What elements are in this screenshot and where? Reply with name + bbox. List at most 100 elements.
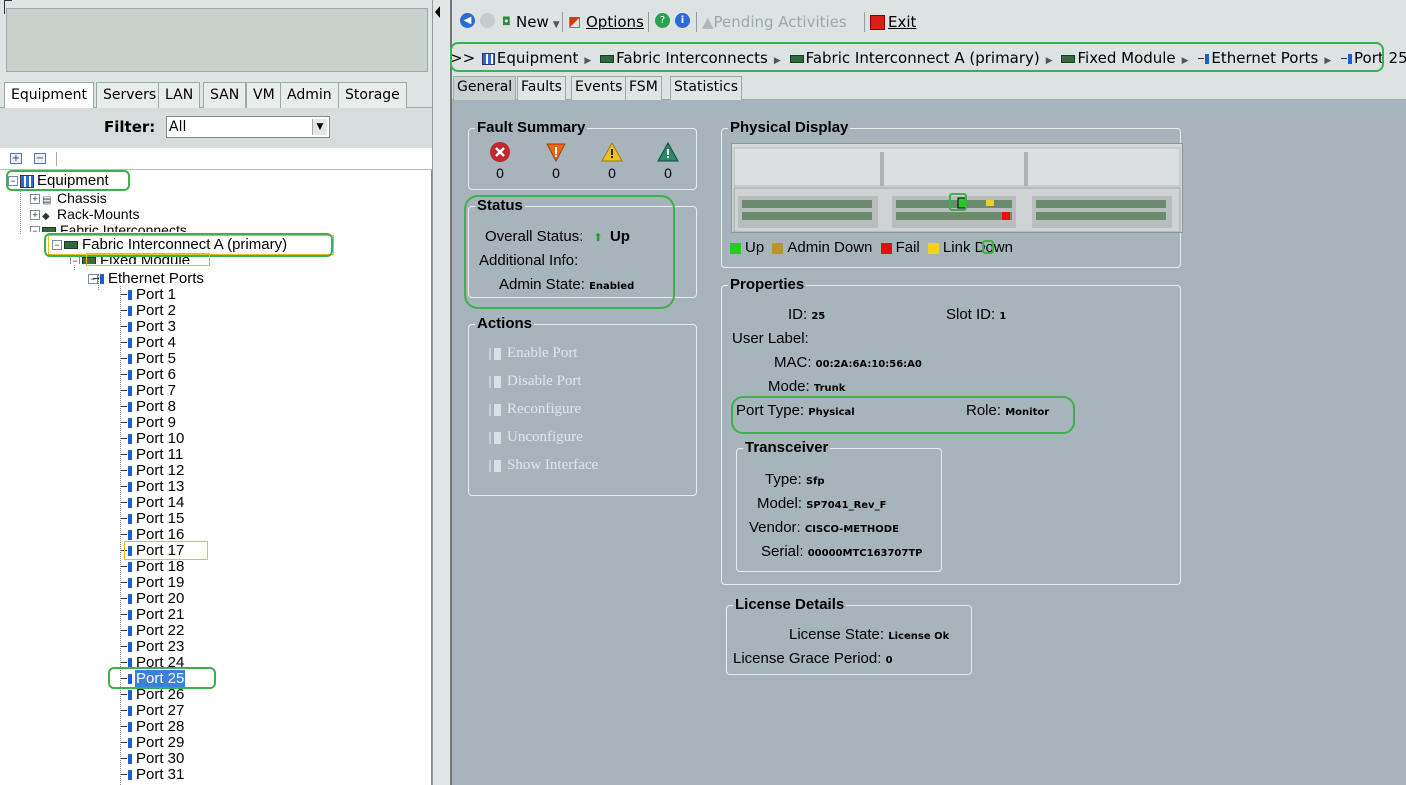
tab-storage[interactable]: Storage (338, 82, 407, 108)
breadcrumb-item-equipment[interactable]: Equipment (497, 49, 578, 67)
tree-node-port[interactable]: Port 16 (121, 527, 185, 543)
tree-node-port[interactable]: Port 11 (121, 447, 184, 463)
back-icon[interactable]: ◀ (460, 13, 475, 28)
tree-node-port[interactable]: Port 15 (121, 511, 185, 527)
tree-node-rack-mounts[interactable]: + ◆ Rack-Mounts (30, 206, 140, 222)
pending-activities-button[interactable]: ▲Pending Activities (702, 12, 847, 32)
show-interface-action[interactable]: Show Interface (483, 457, 598, 474)
exit-icon (870, 15, 885, 30)
new-icon: ◘ (502, 15, 511, 28)
tree-node-port[interactable]: Port 13 (121, 479, 185, 495)
transceiver-serial-value: 00000MTC163707TP (807, 548, 923, 559)
tab-vm[interactable]: VM (246, 82, 282, 108)
forward-icon[interactable] (480, 13, 495, 28)
warning-icon: ▲ (702, 13, 714, 31)
tab-san[interactable]: SAN (203, 82, 247, 108)
breadcrumb-item-port-25[interactable]: Port 25 (1354, 49, 1406, 67)
tree-node-fixed-module[interactable]: − Fixed Module (70, 253, 191, 264)
expand-icon[interactable]: + (30, 210, 40, 221)
tree-node-port[interactable]: Port 26 (121, 687, 185, 703)
tree-node-port[interactable]: Port 24 (121, 655, 185, 671)
tree-node-chassis[interactable]: + ▤ Chassis (30, 190, 108, 206)
port-icon (121, 642, 132, 653)
tree-node-port[interactable]: Port 6 (121, 367, 177, 383)
port-type-row: Port Type: Physical (736, 402, 855, 419)
tree-node-port[interactable]: Port 2 (121, 303, 177, 319)
expand-all-button[interactable]: + (10, 153, 22, 164)
breadcrumb-item-fixed-module[interactable]: Fixed Module (1077, 49, 1175, 67)
tree-node-port[interactable]: Port 30 (121, 751, 185, 767)
tab-equipment[interactable]: Equipment (4, 82, 94, 109)
tree-node-port[interactable]: Port 7 (121, 383, 177, 399)
legend-fail-swatch (880, 242, 892, 254)
tab-faults[interactable]: Faults (517, 76, 566, 100)
collapse-panel-icon[interactable] (435, 6, 440, 18)
tree-node-port-selected[interactable]: Port 25 (121, 670, 186, 687)
port-icon (121, 322, 132, 333)
tab-admin[interactable]: Admin (280, 82, 339, 108)
fabric-interconnect-icon (600, 54, 615, 63)
tree-node-fabric-interconnects[interactable]: − Fabric Interconnects (30, 222, 188, 232)
license-grace-row: License Grace Period: 0 (733, 650, 893, 667)
tree-node-port[interactable]: Port 3 (121, 319, 177, 335)
tab-servers[interactable]: Servers (96, 82, 164, 108)
tree-node-port[interactable]: Port 31 (121, 767, 185, 783)
unconfigure-action[interactable]: Unconfigure (483, 429, 583, 446)
breadcrumb-item-fabric-interconnects[interactable]: Fabric Interconnects (616, 49, 768, 67)
tree-node-port[interactable]: Port 5 (121, 351, 177, 367)
tab-statistics[interactable]: Statistics (670, 76, 742, 100)
disable-port-action[interactable]: Disable Port (483, 373, 582, 390)
reconfigure-action[interactable]: Reconfigure (483, 401, 581, 418)
tree-node-port[interactable]: Port 29 (121, 735, 185, 751)
tree-node-port[interactable]: Port 1 (121, 287, 177, 303)
actions-group: Actions Enable Port Disable Port Reconfi… (468, 315, 697, 496)
expand-icon[interactable]: + (30, 194, 40, 205)
minor-fault-count: 0 (608, 165, 616, 181)
tree-node-port[interactable]: Port 10 (121, 431, 185, 447)
tab-events[interactable]: Events (571, 76, 627, 100)
tree-node-port[interactable]: Port 20 (121, 591, 185, 607)
tree-node-port[interactable]: Port 9 (121, 415, 177, 431)
transceiver-type-row: Type: Sfp (765, 471, 825, 488)
tree-node-port[interactable]: Port 12 (121, 463, 185, 479)
tree-node-port[interactable]: Port 17 (121, 543, 185, 559)
help-icon[interactable]: ? (655, 13, 670, 28)
collapse-icon[interactable]: − (70, 256, 80, 264)
slot-id-row: Slot ID: 1 (946, 306, 1007, 323)
tree-node-ethernet-ports[interactable]: − Ethernet Ports (88, 271, 205, 287)
enable-port-action[interactable]: Enable Port (483, 345, 577, 362)
legend-link-down-swatch (927, 242, 939, 254)
options-button[interactable]: Options (586, 12, 644, 32)
tree-node-port[interactable]: Port 22 (121, 623, 185, 639)
tree-node-port[interactable]: Port 21 (121, 607, 185, 623)
collapse-icon[interactable]: − (30, 226, 40, 232)
fabric-interconnect-image[interactable] (731, 143, 1183, 233)
tab-lan[interactable]: LAN (158, 82, 201, 108)
tree-node-port[interactable]: Port 28 (121, 719, 185, 735)
tree-node-port[interactable]: Port 4 (121, 335, 177, 351)
collapse-icon[interactable]: − (88, 274, 98, 285)
collapse-all-button[interactable]: − (34, 153, 46, 164)
module-icon (82, 257, 96, 264)
tree-node-port[interactable]: Port 23 (121, 639, 185, 655)
tree-node-port[interactable]: Port 8 (121, 399, 177, 415)
exit-button[interactable]: Exit (870, 12, 916, 32)
breadcrumb-item-ethernet-ports[interactable]: Ethernet Ports (1211, 49, 1318, 67)
filter-select[interactable]: All ▼ (166, 116, 330, 138)
tree-node-fabric-interconnect-a[interactable]: − Fabric Interconnect A (primary) (52, 237, 288, 253)
tab-fsm[interactable]: FSM (625, 76, 662, 100)
tree-node-port[interactable]: Port 19 (121, 575, 185, 591)
tab-general[interactable]: General (453, 76, 517, 100)
tree-node-port[interactable]: Port 27 (121, 703, 185, 719)
tree-node-equipment[interactable]: − Equipment (8, 173, 110, 189)
panel-splitter[interactable] (432, 0, 452, 785)
breadcrumb-item-fabric-interconnect-a[interactable]: Fabric Interconnect A (primary) (806, 49, 1040, 67)
breadcrumb-separator: ▶ (773, 56, 781, 66)
tree-node-port[interactable]: Port 14 (121, 495, 185, 511)
new-button[interactable]: New ▼ (516, 12, 560, 32)
options-icon: ◩ (568, 14, 582, 30)
collapse-icon[interactable]: − (8, 176, 18, 187)
tree-node-port[interactable]: Port 18 (121, 559, 185, 575)
collapse-icon[interactable]: − (52, 240, 62, 251)
info-icon[interactable]: i (675, 13, 690, 28)
